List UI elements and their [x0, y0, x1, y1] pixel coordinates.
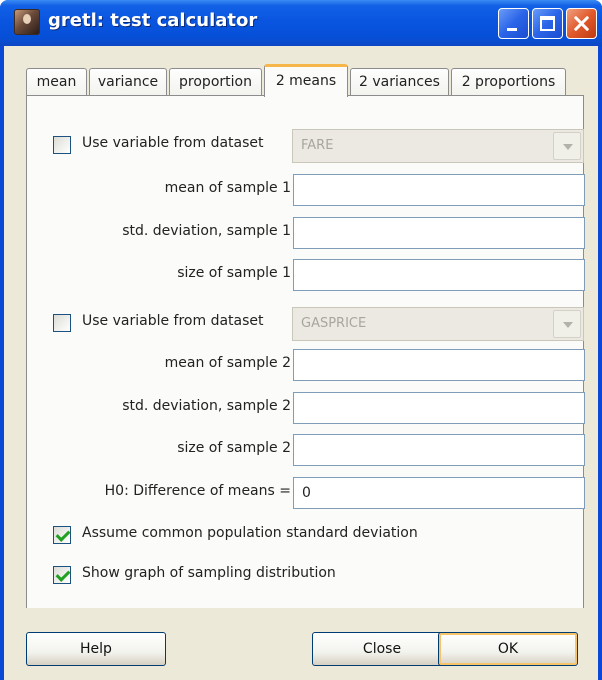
- sample1-mean-input[interactable]: [293, 174, 585, 206]
- tab-2-variances[interactable]: 2 variances: [350, 68, 449, 96]
- sample1-sd-label: std. deviation, sample 1: [122, 223, 291, 239]
- chevron-down-icon[interactable]: [553, 310, 581, 338]
- help-button[interactable]: Help: [26, 632, 166, 666]
- close-button[interactable]: Close: [312, 632, 452, 666]
- common-sd-checkbox[interactable]: [53, 526, 71, 544]
- window-client-area: mean variance proportion 2 means 2 varia…: [4, 46, 598, 680]
- chevron-down-icon[interactable]: [553, 132, 581, 160]
- tab-2-proportions[interactable]: 2 proportions: [451, 68, 566, 96]
- sample1-variable-combo[interactable]: FARE: [292, 129, 584, 163]
- calculator-window: gretl: test calculator mean variance pro…: [0, 0, 602, 680]
- h0-row: H0: Difference of means =: [27, 477, 585, 509]
- close-window-button[interactable]: [566, 8, 597, 39]
- sample1-size-input[interactable]: [293, 259, 585, 291]
- ok-button[interactable]: OK: [438, 632, 578, 666]
- h0-label: H0: Difference of means =: [104, 483, 291, 499]
- sample1-size-row: size of sample 1: [27, 259, 585, 291]
- sample2-sd-label: std. deviation, sample 2: [122, 398, 291, 414]
- sample2-mean-input[interactable]: [293, 349, 585, 381]
- show-graph-checkbox[interactable]: [53, 566, 71, 584]
- minimize-button[interactable]: [498, 8, 529, 39]
- sample1-size-label: size of sample 1: [177, 265, 291, 281]
- sample2-use-dataset-label: Use variable from dataset: [82, 313, 264, 329]
- sample2-size-row: size of sample 2: [27, 434, 585, 466]
- title-bar[interactable]: gretl: test calculator: [0, 0, 602, 46]
- tab-panel-2-means: Use variable from dataset FARE mean of s…: [26, 95, 585, 616]
- tab-mean[interactable]: mean: [26, 68, 87, 96]
- sample1-mean-row: mean of sample 1: [27, 174, 585, 206]
- maximize-icon: [540, 16, 555, 31]
- sample1-use-dataset-label: Use variable from dataset: [82, 135, 264, 151]
- maximize-button[interactable]: [532, 8, 563, 39]
- button-bar: Help Close OK: [4, 608, 598, 680]
- minimize-icon: [507, 28, 517, 31]
- sample2-use-dataset-checkbox[interactable]: [53, 314, 71, 332]
- sample1-mean-label: mean of sample 1: [164, 180, 291, 196]
- sample1-use-dataset-checkbox[interactable]: [53, 136, 71, 154]
- sample1-sd-row: std. deviation, sample 1: [27, 217, 585, 249]
- common-sd-label: Assume common population standard deviat…: [82, 525, 418, 541]
- test-tabs: mean variance proportion 2 means 2 varia…: [26, 64, 586, 97]
- sample2-mean-row: mean of sample 2: [27, 349, 585, 381]
- sample2-size-label: size of sample 2: [177, 440, 291, 456]
- window-title: gretl: test calculator: [48, 10, 258, 31]
- sample2-variable-combo[interactable]: GASPRICE: [292, 307, 584, 341]
- close-icon: [567, 9, 596, 38]
- tab-2-means[interactable]: 2 means: [264, 64, 348, 97]
- tab-variance[interactable]: variance: [89, 68, 167, 96]
- gretl-app-icon: [14, 9, 40, 35]
- sample1-variable-value: FARE: [301, 138, 334, 153]
- tab-proportion[interactable]: proportion: [169, 68, 262, 96]
- sample2-mean-label: mean of sample 2: [164, 355, 291, 371]
- show-graph-label: Show graph of sampling distribution: [82, 565, 336, 581]
- h0-difference-input[interactable]: [293, 477, 585, 509]
- sample2-sd-input[interactable]: [293, 392, 585, 424]
- sample1-sd-input[interactable]: [293, 217, 585, 249]
- sample2-sd-row: std. deviation, sample 2: [27, 392, 585, 424]
- sample2-size-input[interactable]: [293, 434, 585, 466]
- sample2-variable-value: GASPRICE: [301, 316, 367, 331]
